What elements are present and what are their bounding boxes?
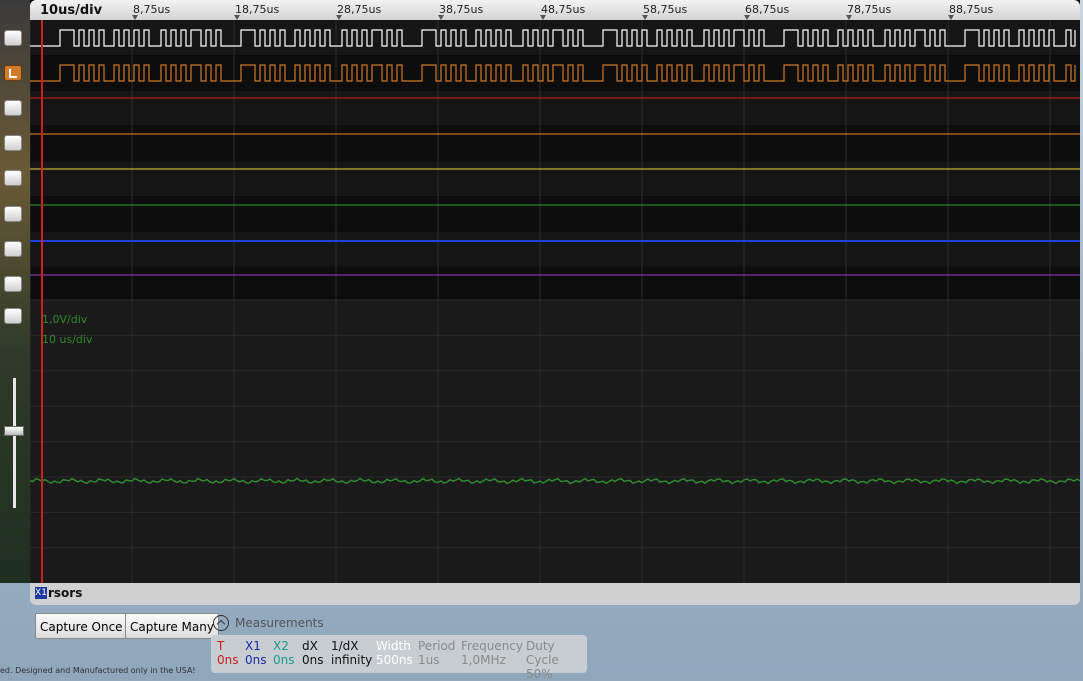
channel-button-5[interactable] bbox=[4, 170, 22, 186]
slider-handle[interactable] bbox=[4, 426, 24, 436]
measurement-name: X2 bbox=[273, 639, 289, 653]
measurement-t: T 0ns bbox=[217, 639, 239, 667]
measurement-name: 1/dX bbox=[331, 639, 359, 653]
footer-text: ed. Designed and Manufactured only in th… bbox=[0, 666, 196, 675]
time-tick-mark bbox=[642, 15, 648, 20]
channel-button-2[interactable] bbox=[4, 65, 22, 81]
cursors-bar[interactable]: X1 rsors bbox=[30, 583, 1080, 605]
measurements-panel: T 0ns X1 0ns X2 0ns dX 0ns 1/dX infinity Width 500n… bbox=[211, 635, 587, 681]
chevron-up-icon[interactable] bbox=[213, 615, 229, 631]
time-tick-label: 88,75us bbox=[949, 3, 994, 16]
digital-lane bbox=[30, 20, 1080, 55]
channel-button-7[interactable] bbox=[4, 241, 22, 257]
channel-button-6[interactable] bbox=[4, 206, 22, 222]
digital-lane bbox=[30, 90, 1080, 126]
measurement-1-dx: 1/dX infinity bbox=[331, 639, 372, 667]
digital-lane bbox=[30, 161, 1080, 197]
measurement-name: Width bbox=[376, 639, 411, 653]
time-tick-mark bbox=[132, 15, 138, 20]
measurement-value: 0ns bbox=[217, 653, 239, 667]
cursors-label: rsors bbox=[48, 586, 83, 600]
time-tick-label: 28,75us bbox=[337, 3, 382, 16]
measurement-name: Period bbox=[418, 639, 456, 653]
time-tick-label: 38,75us bbox=[439, 3, 484, 16]
digital-lane bbox=[30, 125, 1080, 161]
time-per-div-label: 10us/div bbox=[40, 3, 103, 18]
digital-lane bbox=[30, 267, 1080, 303]
time-tick-mark bbox=[744, 15, 750, 20]
time-tick-mark bbox=[540, 15, 546, 20]
measurement-x2: X2 0ns bbox=[273, 639, 295, 667]
measurement-frequency: Frequency 1,0MHz bbox=[461, 639, 523, 667]
measurement-duty-cycle: Duty Cycle 50% bbox=[526, 639, 587, 681]
channel-button-3[interactable] bbox=[4, 100, 22, 116]
time-tick-mark bbox=[846, 15, 852, 20]
time-tick-label: 8,75us bbox=[133, 3, 171, 16]
measurement-name: dX bbox=[302, 639, 318, 653]
time-tick-mark bbox=[336, 15, 342, 20]
digital-lane bbox=[30, 55, 1080, 91]
analog-scale-slider[interactable] bbox=[13, 378, 16, 508]
measurement-width: Width 500ns bbox=[376, 639, 413, 667]
measurement-value: 0ns bbox=[245, 653, 267, 667]
capture-once-button[interactable]: Capture Once bbox=[35, 613, 128, 639]
measurement-value: 0ns bbox=[273, 653, 295, 667]
measurement-value: 500ns bbox=[376, 653, 413, 667]
measurement-period: Period 1us bbox=[418, 639, 455, 667]
channel-button-1[interactable] bbox=[4, 30, 22, 46]
time-ruler: 10us/div 8,75us 18,75us 28,75us 38,75us 48,7… bbox=[30, 0, 1080, 20]
measurement-value: 0ns bbox=[302, 653, 324, 667]
measurement-name: Frequency bbox=[461, 639, 523, 653]
analog-channel-button[interactable] bbox=[4, 308, 22, 324]
scope-display bbox=[30, 0, 1080, 583]
measurement-value: 50% bbox=[526, 667, 553, 681]
measurement-value: 1,0MHz bbox=[461, 653, 506, 667]
measurement-x1: X1 0ns bbox=[245, 639, 267, 667]
time-tick-label: 78,75us bbox=[847, 3, 892, 16]
channel-button-4[interactable] bbox=[4, 135, 22, 151]
waveform-canvas bbox=[30, 20, 1080, 583]
channel-button-8[interactable] bbox=[4, 276, 22, 292]
measurement-name: T bbox=[217, 639, 225, 653]
measurement-name: Duty Cycle bbox=[526, 639, 559, 667]
time-tick-mark bbox=[234, 15, 240, 20]
measurement-name: X1 bbox=[245, 639, 261, 653]
digital-lane bbox=[30, 231, 1080, 267]
measurement-dx: dX 0ns bbox=[302, 639, 324, 667]
volt-per-div-label: 1,0V/div bbox=[42, 313, 88, 326]
cursors-icon[interactable]: X1 bbox=[35, 587, 47, 599]
time-tick-label: 68,75us bbox=[745, 3, 790, 16]
capture-many-button[interactable]: Capture Many bbox=[125, 613, 219, 639]
time-tick-label: 48,75us bbox=[541, 3, 586, 16]
time-tick-label: 58,75us bbox=[643, 3, 688, 16]
time-tick-label: 18,75us bbox=[235, 3, 280, 16]
measurement-value: infinity bbox=[331, 653, 373, 667]
time-tick-mark bbox=[948, 15, 954, 20]
analog-time-div-label: 10 us/div bbox=[42, 333, 93, 346]
measurement-value: 1us bbox=[418, 653, 440, 667]
time-tick-mark bbox=[438, 15, 444, 20]
digital-lane bbox=[30, 196, 1080, 232]
measurements-title: Measurements bbox=[235, 616, 324, 630]
